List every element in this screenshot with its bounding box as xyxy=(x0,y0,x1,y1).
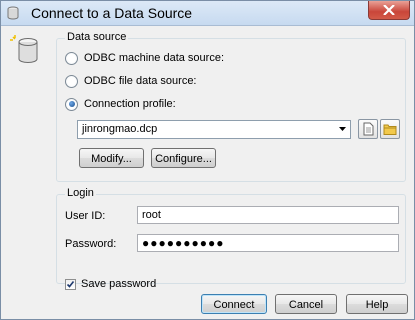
modify-button[interactable]: Modify... xyxy=(79,148,144,168)
radio-connection-profile-label: Connection profile: xyxy=(84,98,176,110)
save-password-label: Save password xyxy=(81,278,157,290)
profile-combobox-value: jinrongmao.dcp xyxy=(82,123,158,135)
dialog-window: Connect to a Data Source Data source ODB… xyxy=(0,0,415,320)
window-title: Connect to a Data Source xyxy=(31,5,193,21)
radio-odbc-file-indicator[interactable] xyxy=(65,74,78,88)
help-button[interactable]: Help xyxy=(346,294,408,314)
radio-odbc-machine-label: ODBC machine data source: xyxy=(84,52,225,64)
folder-icon xyxy=(383,124,397,135)
password-label: Password: xyxy=(65,238,117,250)
radio-odbc-file-label: ODBC file data source: xyxy=(84,75,197,87)
edit-profile-button[interactable] xyxy=(358,119,378,139)
profile-combobox[interactable]: jinrongmao.dcp xyxy=(77,120,351,139)
user-id-input[interactable]: root xyxy=(137,206,399,224)
close-button[interactable] xyxy=(368,1,410,20)
checkmark-icon xyxy=(66,280,75,288)
cancel-button[interactable]: Cancel xyxy=(275,294,337,314)
user-id-label: User ID: xyxy=(65,210,106,222)
chevron-down-icon xyxy=(339,127,346,131)
radio-odbc-machine[interactable]: ODBC machine data source: xyxy=(65,50,224,66)
radio-connection-profile[interactable]: Connection profile: xyxy=(65,96,176,112)
browse-profile-button[interactable] xyxy=(380,119,400,139)
profile-dropdown-button[interactable] xyxy=(335,121,350,138)
title-bar: Connect to a Data Source xyxy=(1,1,414,26)
radio-odbc-file[interactable]: ODBC file data source: xyxy=(65,73,197,89)
configure-button[interactable]: Configure... xyxy=(151,148,216,168)
login-legend: Login xyxy=(65,187,96,199)
radio-connection-profile-indicator[interactable] xyxy=(65,97,78,111)
save-password-check-box[interactable] xyxy=(65,278,76,290)
data-source-legend: Data source xyxy=(65,31,129,43)
password-input[interactable]: ●●●●●●●●●● xyxy=(137,234,399,252)
close-icon xyxy=(383,5,395,15)
data-source-icon xyxy=(10,35,38,63)
connect-button[interactable]: Connect xyxy=(201,294,267,314)
document-icon xyxy=(363,122,374,136)
dialog-body: Data source ODBC machine data source: OD… xyxy=(1,26,414,319)
radio-odbc-machine-indicator[interactable] xyxy=(65,51,78,65)
save-password-checkbox[interactable]: Save password xyxy=(65,278,156,290)
database-icon xyxy=(7,6,19,20)
